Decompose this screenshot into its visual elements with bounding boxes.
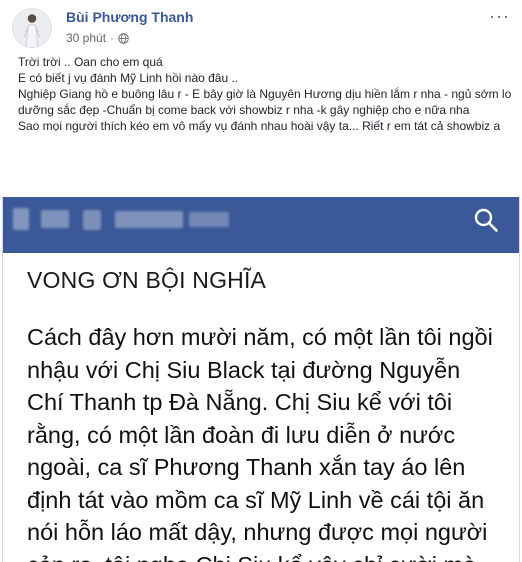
caption-line: Sao mọi người thích kéo em vô mấy vụ đán…: [18, 119, 501, 133]
caption-line: Nghiệp Giang hồ e buông lâu r - E bây gi…: [18, 87, 512, 117]
author-avatar[interactable]: [12, 8, 52, 48]
caption-line: E có biết j vụ đánh Mỹ Linh hồi nào đâu …: [18, 71, 239, 85]
body-line: nói hỗn láo mất dậy, nhưng được mọi ngườ…: [27, 519, 488, 545]
body-line: định tát vào mồm ca sĩ Mỹ Linh về cái tộ…: [27, 486, 485, 513]
blurred-element: [13, 208, 29, 230]
blurred-element: [115, 211, 183, 228]
attached-screenshot[interactable]: VONG ƠN BỘI NGHĨA Cách đây hơn mười năm,…: [2, 197, 520, 562]
body-line: nhậu với Chị Siu Black tại đường Nguyễn: [27, 356, 461, 383]
document-page: VONG ƠN BỘI NGHĨA Cách đây hơn mười năm,…: [13, 253, 509, 562]
post-caption: Trời trời .. Oan cho em quá E có biết j …: [18, 54, 512, 134]
author-name[interactable]: Bùi Phương Thanh: [66, 9, 193, 25]
body-line: ngoài, ca sĩ Phương Thanh xắn tay áo lên: [27, 454, 466, 480]
search-icon[interactable]: [473, 207, 499, 233]
post-meta: 30 phút ·: [66, 31, 129, 45]
post-timestamp[interactable]: 30 phút: [66, 31, 106, 45]
globe-icon[interactable]: [118, 32, 129, 44]
body-line: rằng, có một lần đoàn đi lưu diễn ở nước: [27, 421, 456, 448]
blurred-element: [41, 210, 69, 228]
avatar-image: [13, 9, 51, 47]
body-line: Chí Thanh tp Đà Nẵng. Chị Siu kể với tôi: [27, 389, 453, 415]
blurred-element: [83, 210, 101, 230]
meta-separator: ·: [110, 31, 115, 45]
body-line: cản ra, tôi nghe Chị Siu kể vậy chỉ cười…: [27, 549, 517, 562]
caption-line: Trời trời .. Oan cho em quá: [18, 55, 163, 69]
document-title: VONG ƠN BỘI NGHĨA: [27, 267, 267, 293]
document-body: Cách đây hơn mười năm, có một lần tôi ng…: [27, 321, 517, 562]
more-options-icon[interactable]: ···: [489, 6, 510, 27]
body-line: Cách đây hơn mười năm, có một lần tôi ng…: [27, 324, 493, 350]
blurred-header-bar: [3, 197, 519, 253]
facebook-post: Bùi Phương Thanh 30 phút · ··· Trời trời…: [0, 0, 522, 562]
blurred-element: [189, 212, 229, 227]
